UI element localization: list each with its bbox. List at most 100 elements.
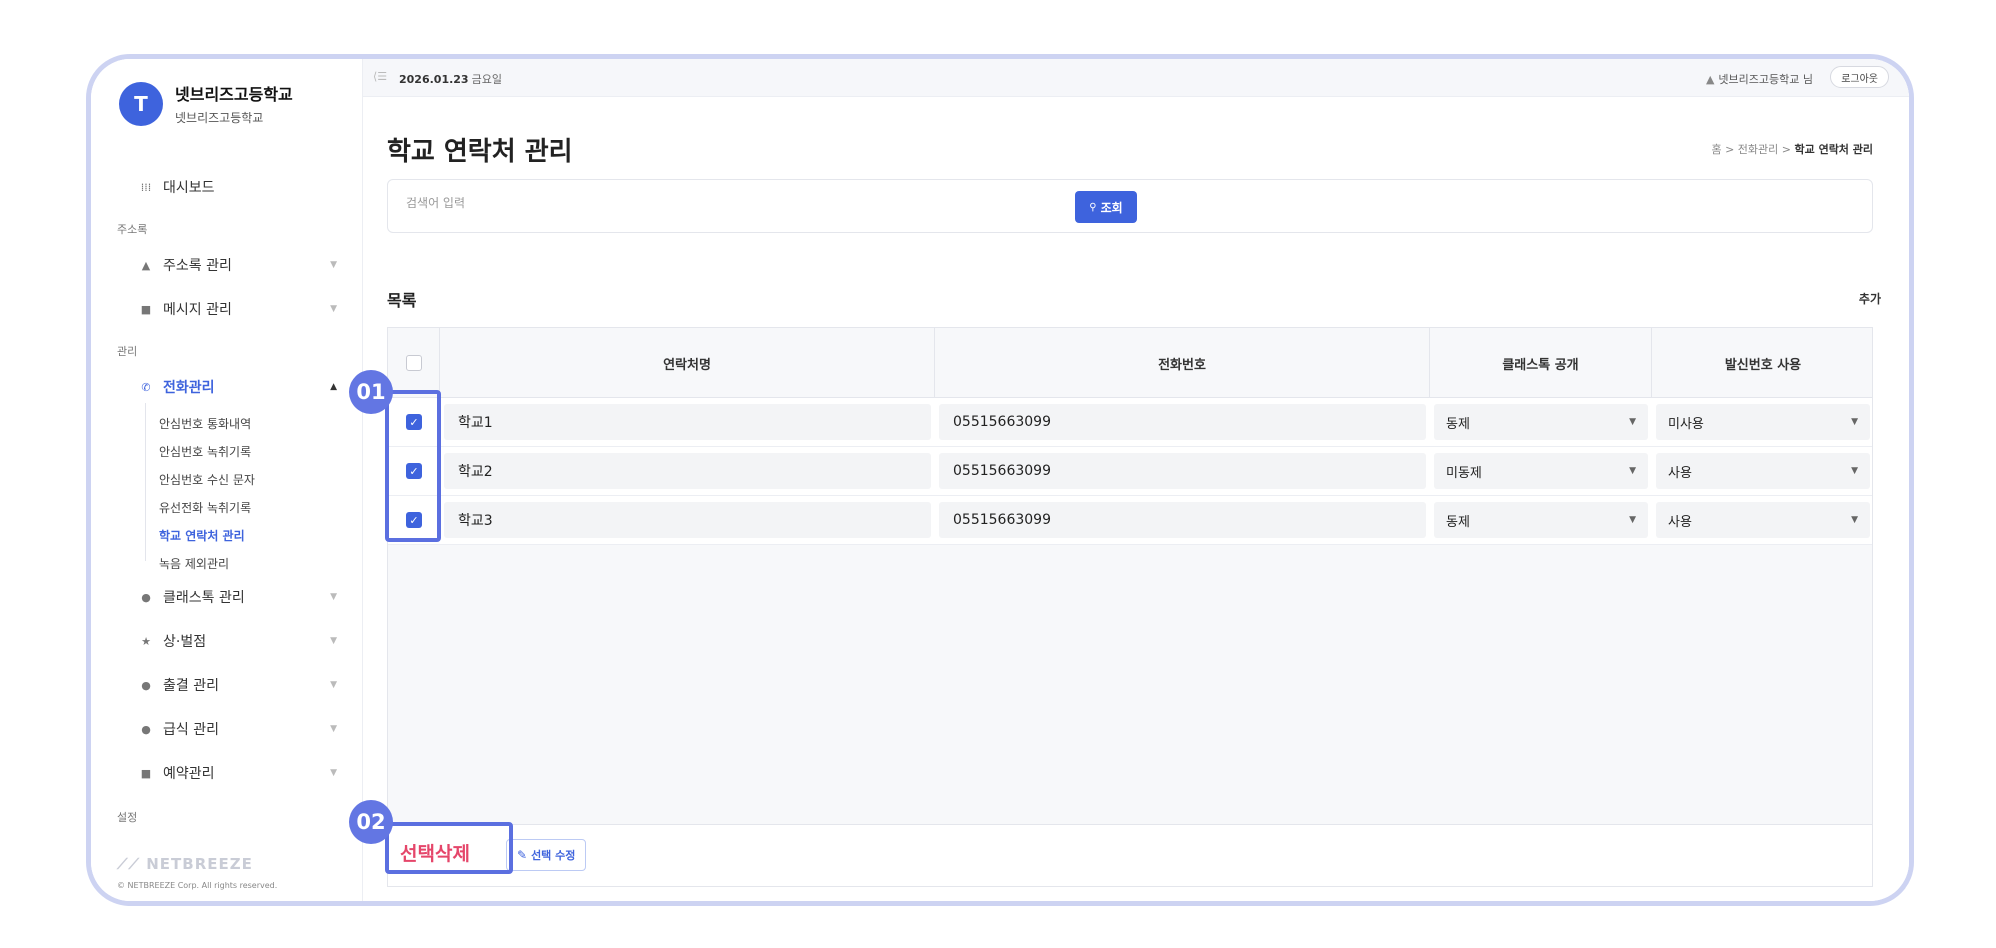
chevron-down-icon: ▼ xyxy=(330,260,337,270)
sidebar-item-label: 주소록 관리 xyxy=(163,258,232,274)
add-button[interactable]: 추가 xyxy=(1859,290,1881,307)
chevron-down-icon: ▼ xyxy=(330,592,337,602)
sidebar-item-label: 상·벌점 xyxy=(163,634,207,650)
sidebar-item-label: 클래스톡 관리 xyxy=(163,590,245,606)
column-header-phone: 전화번호 xyxy=(935,328,1430,398)
footer-logo: ⟋⟋ NETBREEZE xyxy=(117,855,253,873)
name-field[interactable]: 학교3 xyxy=(444,502,931,538)
sidebar-subitem-recordings[interactable]: 안심번호 녹취기록 xyxy=(159,443,251,460)
phone-field[interactable]: 05515663099 xyxy=(939,453,1426,489)
star-icon: ★ xyxy=(141,634,151,648)
table-row: ✓ 학교1 05515663099 동제 ▼ 미사용 ▼ xyxy=(388,398,1872,447)
clock-icon: ● xyxy=(141,678,151,692)
column-header-name: 연락처명 xyxy=(440,328,935,398)
table-header: 연락처명 전화번호 클래스톡 공개 발신번호 사용 xyxy=(388,328,1872,398)
sidebar-item-label: 급식 관리 xyxy=(163,722,219,738)
callout-box-delete xyxy=(385,822,513,874)
message-icon: ■ xyxy=(140,302,152,316)
sidebar-subitem-school-contacts[interactable]: 학교 연락처 관리 xyxy=(159,527,245,544)
chevron-down-icon: ▼ xyxy=(330,768,337,778)
sidebar-item-label: 출결 관리 xyxy=(163,678,219,694)
collapse-menu-icon[interactable]: ⟨☰ xyxy=(373,70,387,83)
select-all-checkbox[interactable] xyxy=(405,355,422,371)
sidebar-subitem-recording-exclusion[interactable]: 녹음 제외관리 xyxy=(159,555,229,572)
section-label-address: 주소록 xyxy=(117,223,148,236)
callout-badge-02: 02 xyxy=(349,800,393,844)
sidebar-item-label: 전화관리 xyxy=(163,380,215,396)
chevron-down-icon: ▼ xyxy=(330,724,337,734)
name-field[interactable]: 학교2 xyxy=(444,453,931,489)
column-header-public: 클래스톡 공개 xyxy=(1430,328,1652,398)
sidebar-item-meal[interactable]: ● 급식 관리 ▼ xyxy=(139,719,337,739)
sidebar-item-dashboard[interactable]: ⁞⁞⁞ 대시보드 xyxy=(139,177,337,197)
footer-copyright: © NETBREEZE Corp. All rights reserved. xyxy=(117,881,278,890)
phone-field[interactable]: 05515663099 xyxy=(939,502,1426,538)
dropdown-arrow-icon: ▼ xyxy=(1851,515,1858,525)
page-title: 학교 연락처 관리 xyxy=(387,137,573,167)
table-row: ✓ 학교2 05515663099 미동제 ▼ 사용 ▼ xyxy=(388,447,1872,496)
grid-icon: ⁞⁞⁞ xyxy=(140,180,152,194)
chevron-down-icon: ▼ xyxy=(330,680,337,690)
sender-select[interactable]: 미사용 ▼ xyxy=(1656,404,1870,440)
edit-selected-button[interactable]: ✎ 선택 수정 xyxy=(506,839,587,871)
callout-box-checkboxes xyxy=(385,390,441,542)
sidebar-item-phone[interactable]: ✆ 전화관리 ▲ xyxy=(139,377,337,397)
school-name: 넷브리즈고등학교 xyxy=(175,85,293,104)
calendar-icon: ■ xyxy=(140,766,152,780)
name-field[interactable]: 학교1 xyxy=(444,404,931,440)
sidebar-item-label: 대시보드 xyxy=(163,180,215,196)
search-input[interactable] xyxy=(406,196,906,210)
sidebar-item-attendance[interactable]: ● 출결 관리 ▼ xyxy=(139,675,337,695)
sender-select[interactable]: 사용 ▼ xyxy=(1656,453,1870,489)
sidebar-subitem-received-sms[interactable]: 안심번호 수신 문자 xyxy=(159,471,255,488)
breadcrumb: 홈 > 전화관리 > 학교 연락처 관리 xyxy=(1711,143,1874,156)
person-icon: ▲ xyxy=(141,258,151,272)
sidebar-item-reservation[interactable]: ■ 예약관리 ▼ xyxy=(139,763,337,783)
sidebar-item-label: 메시지 관리 xyxy=(163,302,232,318)
dropdown-arrow-icon: ▼ xyxy=(1629,515,1636,525)
main-content: ⟨☰ 2026.01.23 금요일 ▲ 넷브리즈고등학교 님 로그아웃 학교 연락처… xyxy=(363,59,1909,901)
meal-icon: ● xyxy=(141,722,151,736)
public-select[interactable]: 동제 ▼ xyxy=(1434,404,1648,440)
sidebar-item-message[interactable]: ■ 메시지 관리 ▼ xyxy=(139,299,337,319)
avatar: T xyxy=(119,81,163,126)
breadcrumb-home[interactable]: 홈 xyxy=(1711,143,1721,156)
person-icon: ▲ xyxy=(1705,73,1715,86)
callout-badge-01: 01 xyxy=(349,370,393,414)
classtalk-icon: ● xyxy=(141,590,151,604)
table-footer: 선택삭제 ✎ 선택 수정 xyxy=(388,824,1872,886)
edit-icon: ✎ xyxy=(517,848,528,862)
sidebar-item-label: 예약관리 xyxy=(163,766,215,782)
public-select[interactable]: 동제 ▼ xyxy=(1434,502,1648,538)
search-panel: ⚲ 조회 xyxy=(387,179,1873,233)
search-icon: ⚲ xyxy=(1089,201,1097,213)
header-checkbox-cell xyxy=(388,328,440,398)
logout-button[interactable]: 로그아웃 xyxy=(1830,66,1889,88)
list-title: 목록 xyxy=(387,291,417,310)
dropdown-arrow-icon: ▼ xyxy=(1851,466,1858,476)
section-label-manage: 관리 xyxy=(117,345,138,358)
logo-mark-icon: ⟋⟋ xyxy=(117,855,147,873)
breadcrumb-current: 학교 연락처 관리 xyxy=(1794,143,1874,156)
brand: T 넷브리즈고등학교 넷브리즈고등학교 xyxy=(119,81,293,126)
breadcrumb-phone[interactable]: 전화관리 xyxy=(1738,143,1778,156)
contacts-table: 연락처명 전화번호 클래스톡 공개 발신번호 사용 ✓ 학교1 05515663… xyxy=(387,327,1873,887)
sidebar-subitem-call-history[interactable]: 안심번호 통화내역 xyxy=(159,415,251,432)
chevron-down-icon: ▼ xyxy=(330,304,337,314)
school-subtitle: 넷브리즈고등학교 xyxy=(175,111,264,125)
sidebar: T 넷브리즈고등학교 넷브리즈고등학교 ⁞⁞⁞ 대시보드 주소록 ▲ 주소록 관… xyxy=(91,59,363,901)
public-select[interactable]: 미동제 ▼ xyxy=(1434,453,1648,489)
dropdown-arrow-icon: ▼ xyxy=(1629,417,1636,427)
section-label-settings: 설정 xyxy=(117,811,138,824)
search-button[interactable]: ⚲ 조회 xyxy=(1075,191,1137,223)
sidebar-subitem-landline-recordings[interactable]: 유선전화 녹취기록 xyxy=(159,499,251,516)
table-row: ✓ 학교3 05515663099 동제 ▼ 사용 ▼ xyxy=(388,496,1872,545)
phone-field[interactable]: 05515663099 xyxy=(939,404,1426,440)
chevron-up-icon: ▲ xyxy=(330,382,337,392)
sidebar-item-merit[interactable]: ★ 상·벌점 ▼ xyxy=(139,631,337,651)
sidebar-item-address[interactable]: ▲ 주소록 관리 ▼ xyxy=(139,255,337,275)
sender-select[interactable]: 사용 ▼ xyxy=(1656,502,1870,538)
sidebar-item-classtalk[interactable]: ● 클래스톡 관리 ▼ xyxy=(139,587,337,607)
app-frame: T 넷브리즈고등학교 넷브리즈고등학교 ⁞⁞⁞ 대시보드 주소록 ▲ 주소록 관… xyxy=(86,54,1914,906)
phone-icon: ✆ xyxy=(141,380,151,394)
